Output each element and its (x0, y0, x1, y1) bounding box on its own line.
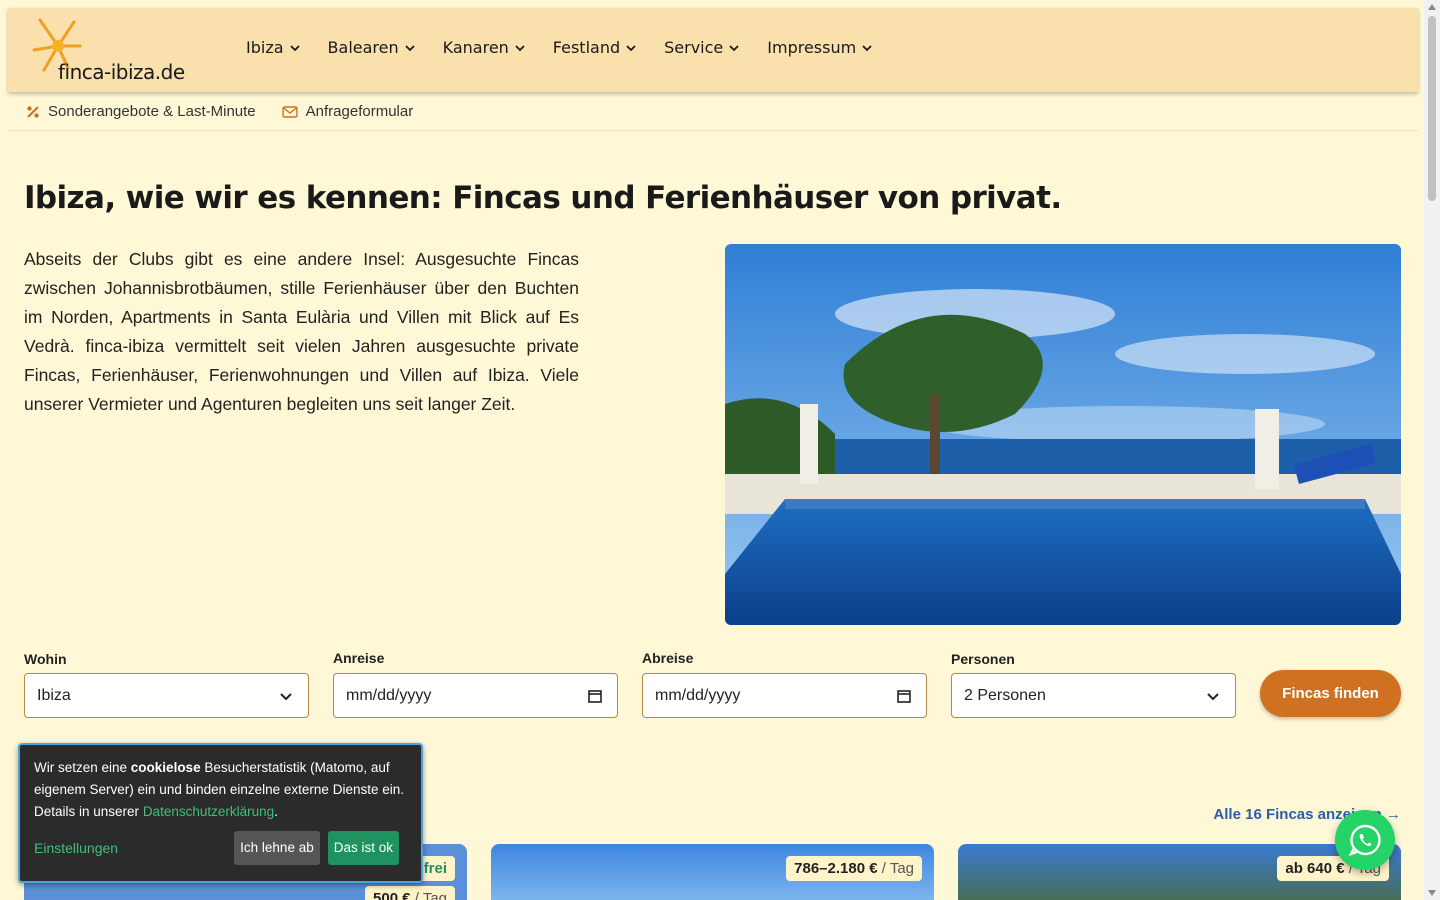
nav-label: Festland (552, 38, 621, 57)
nav-label: Impressum (767, 38, 857, 57)
cookie-text: Wir setzen eine cookielose Besucherstati… (34, 757, 407, 823)
departure-label: Abreise (642, 650, 694, 666)
scroll-up-arrow-icon[interactable] (1428, 4, 1436, 10)
price-value: 500 € (373, 890, 411, 900)
nav-label: Kanaren (442, 38, 509, 57)
logo-text: finca-ibiza.de (58, 60, 185, 84)
arrival-date-input[interactable]: mm/dd/yyyy (333, 673, 618, 718)
page-title: Ibiza, wie wir es kennen: Fincas und Fer… (24, 180, 1062, 216)
nav-item-festland[interactable]: Festland (553, 38, 636, 57)
cookie-text-part: . (274, 804, 278, 819)
where-label: Wohin (24, 651, 67, 667)
request-form-label: Anfrageformular (305, 103, 414, 120)
percent-icon (27, 105, 39, 118)
chevron-down-icon (404, 44, 415, 51)
calendar-icon[interactable] (587, 688, 603, 704)
cookie-banner: Wir setzen eine cookielose Besucherstati… (18, 743, 423, 883)
arrival-label: Anreise (333, 650, 385, 666)
main-nav: Ibiza Balearen Kanaren Festland Service … (246, 38, 900, 57)
nav-item-service[interactable]: Service (664, 38, 739, 57)
calendar-icon[interactable] (896, 688, 912, 704)
scroll-down-arrow-icon[interactable] (1428, 890, 1436, 896)
chevron-down-icon (289, 44, 300, 51)
nav-label: Balearen (327, 38, 399, 57)
chevron-down-icon (280, 693, 292, 701)
price-unit: / Tag (414, 890, 447, 900)
scrollbar[interactable] (1424, 0, 1440, 900)
departure-date-input[interactable]: mm/dd/yyyy (642, 673, 927, 718)
find-fincas-button[interactable]: Fincas finden (1260, 670, 1401, 717)
site-header: finca-ibiza.de Ibiza Balearen Kanaren Fe… (8, 8, 1418, 92)
nav-item-balearen[interactable]: Balearen (328, 38, 415, 57)
nav-item-impressum[interactable]: Impressum (767, 38, 872, 57)
cookie-actions: Einstellungen Ich lehne ab Das ist ok (34, 831, 399, 865)
price-value: ab 640 € (1285, 860, 1345, 877)
privacy-policy-link[interactable]: Datenschutzerklärung (143, 804, 274, 819)
whatsapp-button[interactable] (1335, 810, 1395, 870)
nav-label: Ibiza (246, 38, 284, 57)
cookie-accept-button[interactable]: Das ist ok (327, 831, 399, 865)
cookie-text-part: Wir setzen eine (34, 760, 131, 775)
price-tag: 500 € / Tag (365, 886, 455, 900)
chevron-down-icon (729, 44, 739, 51)
special-offers-link[interactable]: Sonderangebote & Last-Minute (26, 103, 256, 120)
finca-card[interactable]: 786–2.180 € / Tag (491, 844, 934, 900)
cookie-decline-button[interactable]: Ich lehne ab (234, 831, 320, 865)
persons-select[interactable]: 2 Personen (951, 673, 1236, 718)
price-unit: / Tag (881, 860, 914, 877)
price-tag: 786–2.180 € / Tag (786, 856, 922, 881)
departure-placeholder: mm/dd/yyyy (655, 686, 741, 704)
persons-value: 2 Personen (964, 686, 1046, 704)
finca-card[interactable]: ab 640 € / Tag (958, 844, 1401, 900)
request-form-link[interactable]: Anfrageformular (281, 103, 414, 120)
cookie-settings-link[interactable]: Einstellungen (34, 837, 118, 859)
nav-item-ibiza[interactable]: Ibiza (246, 38, 300, 57)
nav-item-kanaren[interactable]: Kanaren (443, 38, 525, 57)
nav-label: Service (664, 38, 724, 57)
chevron-down-icon (626, 44, 636, 51)
arrival-placeholder: mm/dd/yyyy (346, 686, 432, 704)
hero-image (725, 244, 1401, 625)
where-value: Ibiza (37, 686, 71, 704)
cookie-text-bold: cookielose (130, 760, 201, 775)
logo[interactable]: finca-ibiza.de (28, 16, 188, 86)
chevron-down-icon (515, 44, 525, 51)
persons-label: Personen (951, 651, 1015, 667)
sub-navigation: Sonderangebote & Last-Minute Anfrageform… (8, 93, 1418, 131)
special-offers-label: Sonderangebote & Last-Minute (48, 103, 256, 120)
whatsapp-icon (1348, 824, 1381, 857)
chevron-down-icon (862, 44, 872, 51)
envelope-icon (281, 105, 298, 118)
scrollbar-thumb[interactable] (1428, 16, 1436, 201)
intro-text: Abseits der Clubs gibt es eine andere In… (24, 249, 579, 414)
chevron-down-icon (1207, 693, 1219, 701)
where-select[interactable]: Ibiza (24, 673, 309, 718)
price-value: 786–2.180 € (794, 860, 878, 877)
